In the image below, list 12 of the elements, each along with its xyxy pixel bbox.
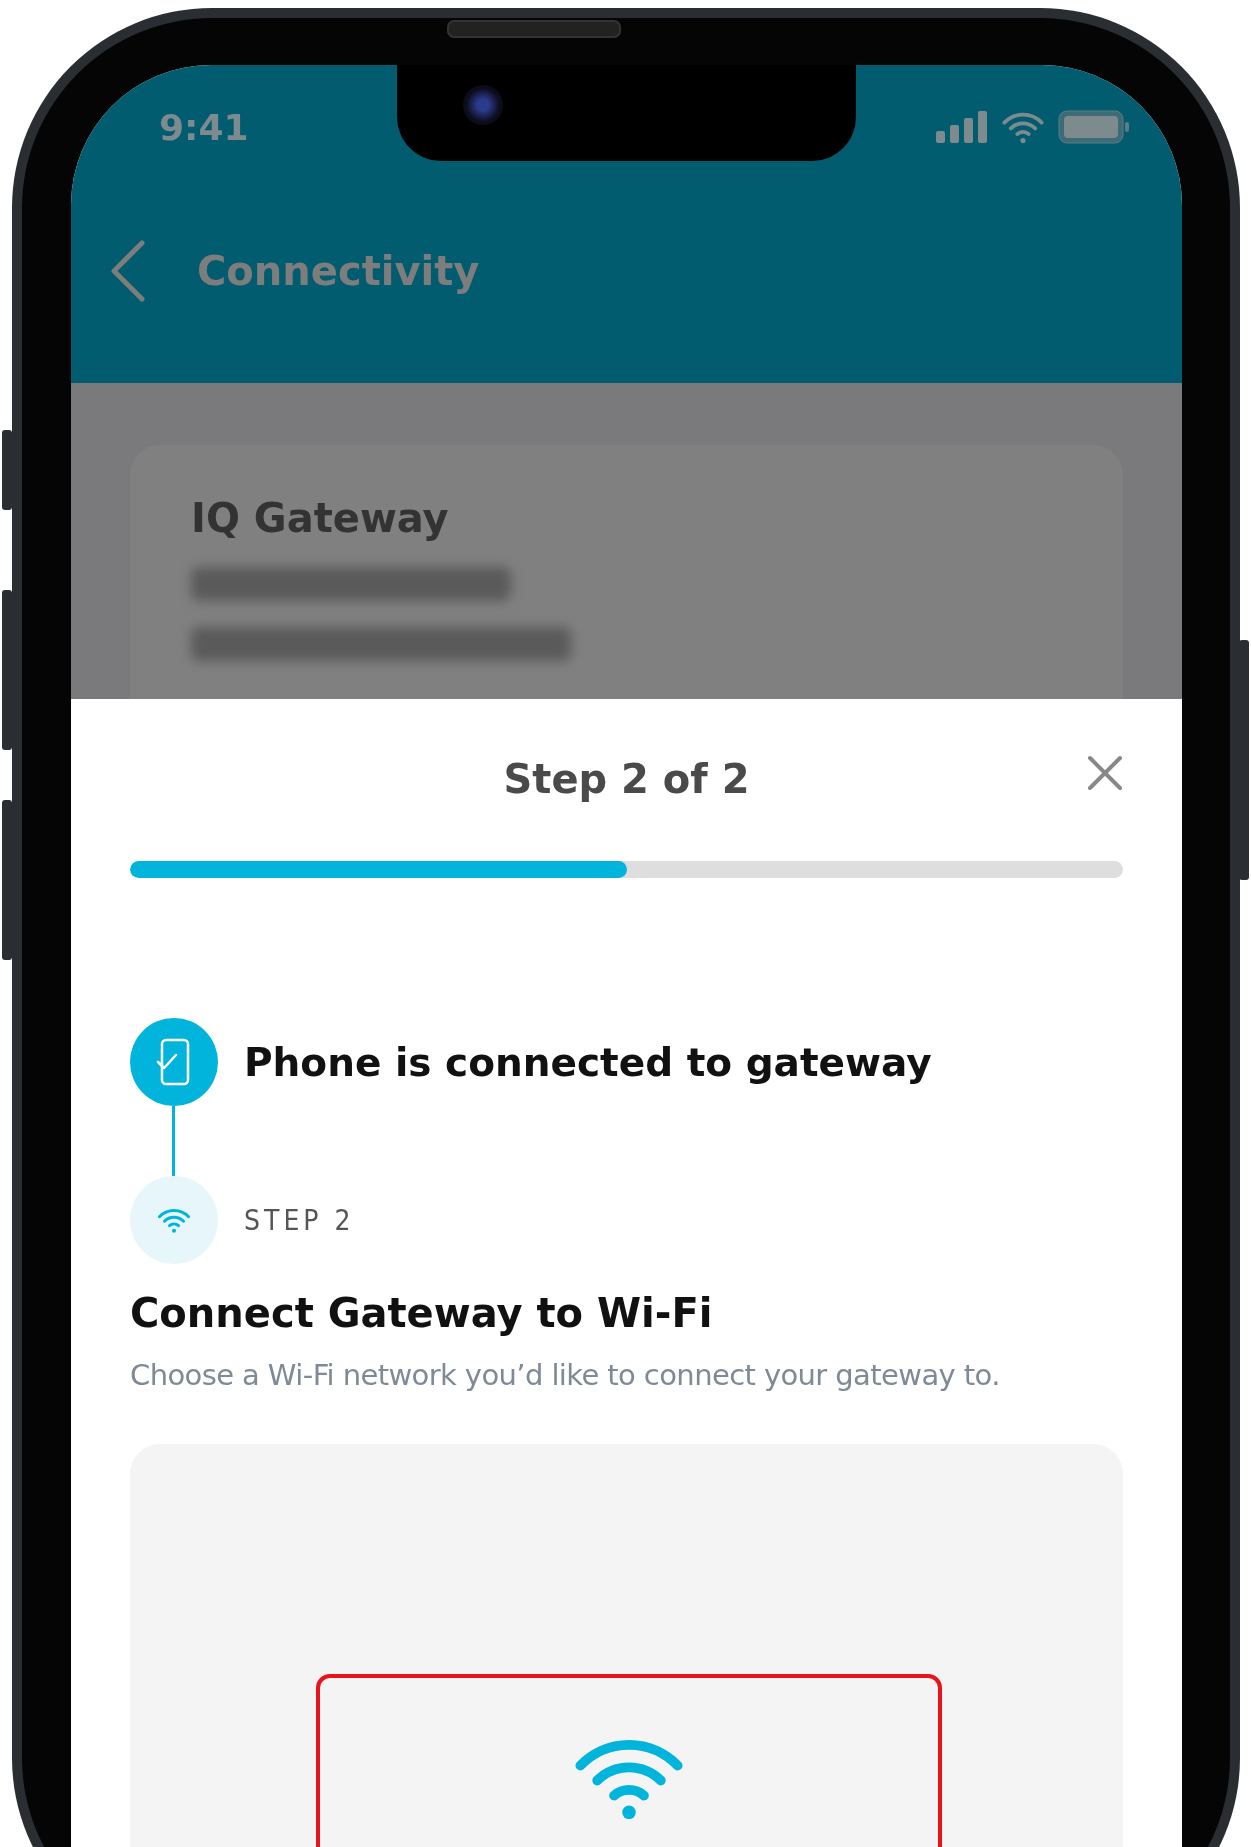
page-title: Connectivity <box>197 248 480 294</box>
step-title: Phone is connected to gateway <box>244 1039 932 1085</box>
sheet-title: Step 2 of 2 <box>503 756 750 802</box>
close-button[interactable] <box>1087 755 1123 791</box>
step-description: Choose a Wi-Fi network you’d like to connect your gateway to. <box>130 1358 1001 1392</box>
status-time: 9:41 <box>159 106 249 148</box>
signal-icon <box>936 111 988 143</box>
step-title: Connect Gateway to Wi-Fi <box>130 1290 714 1336</box>
back-button[interactable] <box>109 239 147 303</box>
battery-icon <box>1058 110 1130 144</box>
device-name: IQ Gateway <box>191 495 450 541</box>
step-label: STEP 2 <box>244 1203 355 1237</box>
